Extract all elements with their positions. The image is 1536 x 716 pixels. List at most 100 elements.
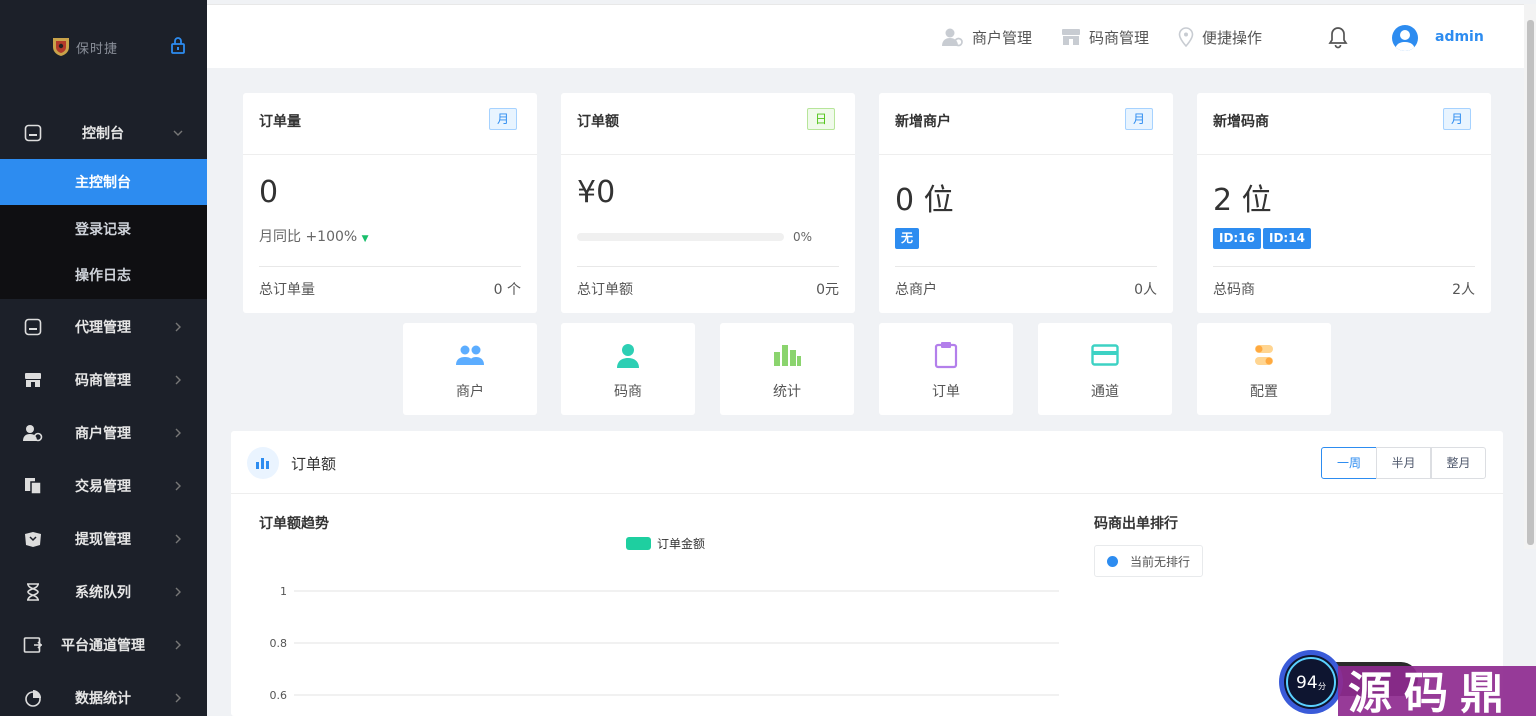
- range-half-month-button[interactable]: 半月: [1376, 447, 1431, 479]
- card-value: 0: [259, 175, 279, 210]
- quick-link-label: 码商: [614, 384, 642, 400]
- range-week-button[interactable]: 一周: [1321, 447, 1377, 479]
- header-nav-merchant[interactable]: 商户管理: [942, 5, 1032, 69]
- card-comparison: 月同比 +100% ▼: [259, 226, 369, 246]
- footer-value: 0人: [1134, 282, 1157, 298]
- sidebar-item-withdraw[interactable]: 提现管理: [0, 515, 207, 563]
- progress-percent: 0%: [793, 230, 813, 244]
- progress-bar: [577, 233, 784, 241]
- merchant-icon: [942, 28, 963, 47]
- hourglass-icon: [23, 582, 43, 602]
- sidebar-item-label: 提现管理: [75, 532, 131, 548]
- submenu-label: 主控制台: [75, 175, 131, 191]
- header-nav-label: 码商管理: [1089, 28, 1150, 47]
- quick-link-channel[interactable]: 通道: [1038, 323, 1172, 415]
- quick-link-label: 统计: [773, 384, 801, 400]
- agent-icon: [23, 317, 43, 337]
- card-header: 订单额 日: [561, 93, 855, 155]
- quick-link-statistics[interactable]: 统计: [720, 323, 854, 415]
- footer-label: 总商户: [895, 282, 937, 298]
- period-tag: 月: [1442, 108, 1471, 130]
- sidebar-item-agent[interactable]: 代理管理: [0, 303, 207, 351]
- trend-down-icon: ▼: [361, 234, 369, 244]
- legend-label: 订单金额: [657, 537, 706, 551]
- bar-chart-icon: [247, 447, 279, 479]
- chart-title: 订单额趋势: [259, 516, 329, 532]
- quick-link-merchant[interactable]: 商户: [403, 323, 537, 415]
- card-title: 订单量: [259, 114, 301, 130]
- page-scrollbar-thumb[interactable]: [1527, 20, 1534, 545]
- bar-chart-icon: [772, 341, 802, 369]
- header-nav-quick-ops[interactable]: 便捷操作: [1178, 5, 1262, 69]
- quick-link-code-merchant[interactable]: 码商: [561, 323, 695, 415]
- submenu-item-main-console[interactable]: 主控制台: [0, 159, 207, 205]
- location-icon: [1178, 27, 1194, 47]
- lock-icon[interactable]: [170, 36, 186, 54]
- sidebar-item-channel[interactable]: 平台通道管理: [0, 621, 207, 669]
- header-nav-store[interactable]: 码商管理: [1061, 5, 1149, 69]
- footer-value: 0元: [816, 282, 839, 298]
- sidebar-item-console[interactable]: 控制台: [0, 109, 207, 157]
- card-header: 新增码商 月: [1197, 93, 1491, 155]
- chevron-right-icon: [175, 375, 181, 385]
- chevron-down-icon: [173, 130, 183, 136]
- quick-link-order[interactable]: 订单: [879, 323, 1013, 415]
- chevron-right-icon: [175, 693, 181, 703]
- card-title: 新增码商: [1213, 114, 1269, 130]
- sidebar-item-queue[interactable]: 系统队列: [0, 568, 207, 616]
- period-tag: 月: [488, 108, 517, 130]
- channel-icon: [23, 635, 43, 655]
- watermark-score-unit: 分: [1318, 682, 1326, 691]
- panel-header: 订单额 一周 半月 整月: [231, 431, 1503, 494]
- store-icon: [1062, 29, 1080, 45]
- chevron-right-icon: [175, 428, 181, 438]
- card-title: 新增商户: [895, 114, 951, 130]
- order-amount-chart: 1 0.8 0.6: [270, 585, 1059, 702]
- ranking-dot: [1107, 555, 1118, 567]
- comparison-text: 月同比 +100%: [259, 229, 358, 245]
- sidebar-item-transaction[interactable]: 交易管理: [0, 462, 207, 510]
- submenu-item-operation-log[interactable]: 操作日志: [0, 252, 207, 298]
- card-footer: 总码商 2人: [1213, 266, 1475, 312]
- username[interactable]: admin: [1435, 29, 1484, 45]
- footer-label: 总订单额: [577, 282, 633, 298]
- chart-legend[interactable]: 订单金额: [626, 535, 705, 552]
- users-icon: [455, 341, 485, 369]
- card-value: 2 位: [1213, 183, 1272, 218]
- sidebar-item-label: 代理管理: [75, 320, 131, 336]
- chevron-right-icon: [175, 322, 181, 332]
- card-value: 0 位: [895, 183, 954, 218]
- card-header: 订单量 月: [243, 93, 537, 155]
- y-tick-label: 0.6: [270, 689, 288, 702]
- bell-icon[interactable]: [1327, 25, 1349, 49]
- sidebar-item-statistics[interactable]: 数据统计: [0, 674, 207, 716]
- sidebar-item-label: 控制台: [82, 126, 124, 142]
- chevron-right-icon: [175, 481, 181, 491]
- period-tag: 月: [1124, 108, 1153, 130]
- footer-label: 总订单量: [259, 282, 315, 298]
- watermark-score: 94: [1296, 673, 1318, 693]
- sidebar-item-store[interactable]: 码商管理: [0, 356, 207, 404]
- sidebar: 保时捷 控制台 主控制台 登录记录 操作日志 代理管理 码商管理 商户管理 交易…: [0, 0, 207, 716]
- card-header: 新增商户 月: [879, 93, 1173, 155]
- user-icon: [613, 341, 643, 369]
- legend-swatch: [626, 537, 651, 550]
- pie-chart-icon: [23, 688, 43, 708]
- sidebar-item-label: 交易管理: [75, 479, 131, 495]
- y-tick-label: 0.8: [270, 637, 288, 650]
- sidebar-item-label: 数据统计: [75, 691, 131, 707]
- range-month-button[interactable]: 整月: [1431, 447, 1486, 479]
- avatar[interactable]: [1392, 25, 1418, 51]
- logo-crest-icon: [53, 38, 69, 56]
- panel-title: 订单额: [291, 455, 337, 473]
- watermark-text: 源码鼎: [1348, 668, 1516, 716]
- sidebar-item-merchant[interactable]: 商户管理: [0, 409, 207, 457]
- submenu-item-login-log[interactable]: 登录记录: [0, 206, 207, 252]
- clipboard-icon: [931, 341, 961, 369]
- chevron-right-icon: [175, 534, 181, 544]
- submenu-label: 操作日志: [75, 268, 131, 284]
- store-icon: [23, 370, 43, 390]
- console-submenu: 主控制台 登录记录 操作日志: [0, 159, 207, 299]
- quick-link-config[interactable]: 配置: [1197, 323, 1331, 415]
- card-title: 订单额: [577, 114, 619, 130]
